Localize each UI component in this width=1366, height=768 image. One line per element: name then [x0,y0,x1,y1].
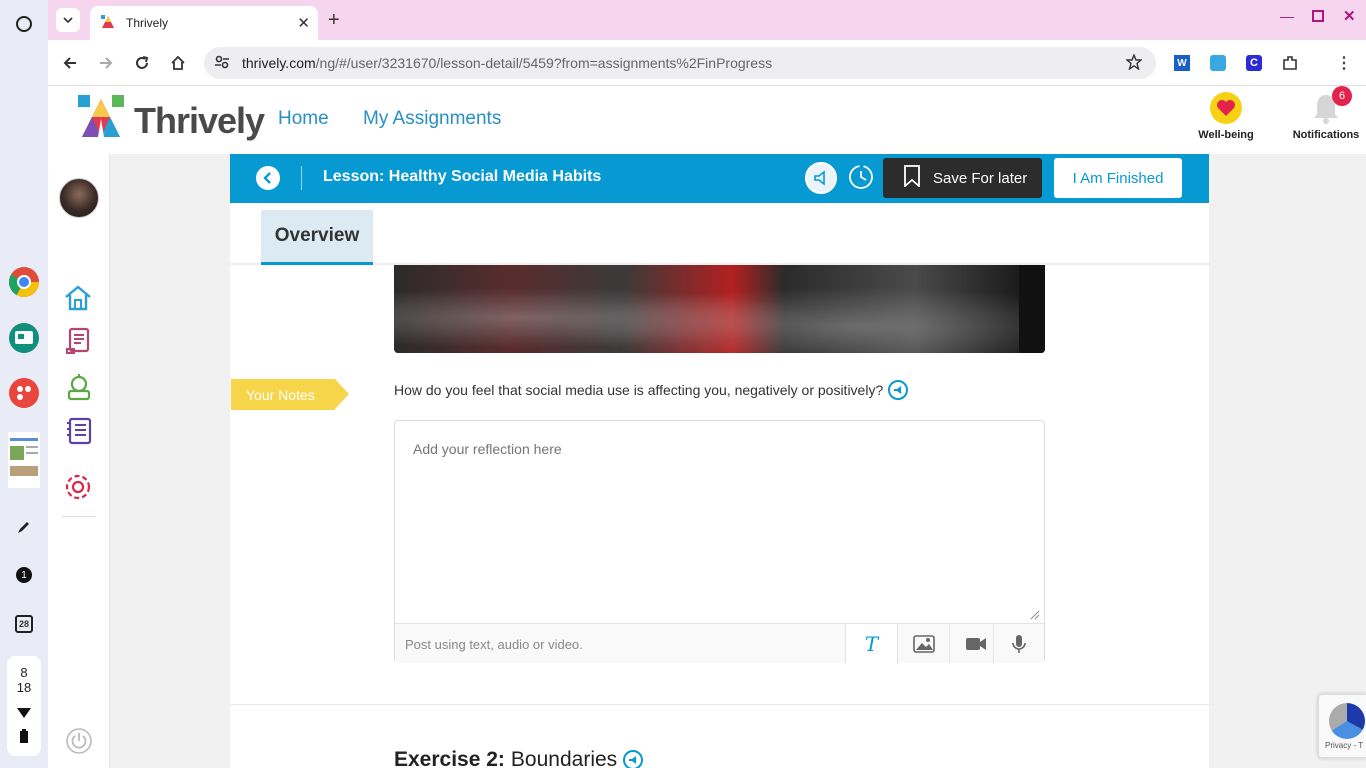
minimize-icon[interactable]: — [1280,8,1294,24]
sidebar-wellbeing-icon[interactable] [65,373,93,406]
extension-w-icon[interactable]: W [1171,52,1193,74]
forward-icon[interactable] [95,52,117,74]
sidebar-home-icon[interactable] [63,284,93,317]
wellbeing-label: Well-being [1198,129,1254,141]
app-header: Thrively Home My Assignments Well-being … [48,86,1366,154]
text-post-icon[interactable]: T [845,624,897,664]
chrome-app-icon[interactable] [6,264,42,300]
exercise-audio-icon[interactable] [623,750,644,768]
sidebar-divider [62,516,96,517]
reflection-box: Post using text, audio or video. T [394,420,1045,664]
sidebar-lessons-icon[interactable] [65,327,93,360]
nav-my-assignments-link[interactable]: My Assignments [363,108,501,130]
heart-icon [1210,92,1242,124]
home-icon[interactable] [167,52,189,74]
close-window-icon[interactable]: ✕ [1343,7,1356,25]
tab-close-icon[interactable]: ✕ [297,14,310,32]
battery-icon [20,728,28,748]
bell-icon: 6 [1310,86,1352,124]
save-for-later-button[interactable]: Save For later [883,158,1042,198]
tab-overview[interactable]: Overview [261,210,373,265]
reload-icon[interactable] [131,52,153,74]
thrively-favicon-icon [100,14,116,33]
question-text: How do you feel that social media use is… [394,382,884,398]
os-shelf: 1 28 8 18 [0,0,48,768]
recaptcha-text: Privacy - T [1325,741,1364,750]
browser-tab-bar: Thrively ✕ + — ✕ [48,0,1366,40]
calendar-day: 28 [15,615,33,633]
reflection-textarea[interactable] [395,421,1044,621]
back-icon[interactable] [59,52,81,74]
section-divider [230,704,1209,705]
save-for-later-label: Save For later [933,169,1028,187]
extension-c-icon[interactable]: C [1243,52,1265,74]
bookmark-star-icon[interactable] [1125,53,1143,73]
wellbeing-button[interactable]: Well-being [1196,92,1256,141]
lesson-hero-image [394,265,1045,353]
browser-menu-icon[interactable]: ⋮ [1333,52,1355,74]
reflection-question: How do you feel that social media use is… [394,380,909,400]
image-post-icon[interactable] [897,624,949,664]
notifications-button[interactable]: 6 Notifications [1286,86,1366,141]
paint-app-icon[interactable] [6,375,42,411]
shelf-badge: 1 [16,567,32,583]
pen-icon[interactable] [6,509,42,545]
question-audio-icon[interactable] [888,380,909,400]
address-bar[interactable]: thrively.com /ng/#/user/3231670/lesson-d… [204,47,1156,79]
notifications-label: Notifications [1292,129,1360,141]
lesson-back-chevron-icon[interactable] [256,166,280,190]
url-path: /ng/#/user/3231670/lesson-detail/5459?fr… [315,55,773,71]
toolbar-divider [301,166,302,190]
status-tray[interactable]: 8 18 [7,656,41,756]
i-am-finished-button[interactable]: I Am Finished [1054,158,1182,198]
site-info-icon[interactable] [214,54,230,73]
exercise-prefix: Exercise 2: [394,748,505,768]
recaptcha-logo-icon [1329,703,1365,739]
classroom-app-icon[interactable] [6,320,42,356]
post-hint-text: Post using text, audio or video. [405,637,583,652]
new-tab-icon[interactable]: + [328,10,340,30]
wifi-icon [17,705,31,723]
calendar-icon[interactable]: 28 [6,606,42,642]
nav-home-link[interactable]: Home [278,108,329,130]
app-sidebar [48,154,110,768]
sidebar-logout-power-icon[interactable] [65,727,93,760]
lesson-title: Lesson: Healthy Social Media Habits [323,168,602,185]
notifications-count-badge: 6 [1332,86,1352,106]
sidebar-settings-gear-icon[interactable] [63,472,93,507]
audio-post-microphone-icon[interactable] [993,624,1044,664]
sidebar-journal-icon[interactable] [65,417,93,450]
extensions-puzzle-icon[interactable] [1279,52,1301,74]
thrively-logo-icon[interactable] [78,95,124,141]
lesson-card: Lesson: Healthy Social Media Habits Save… [230,154,1209,768]
extension-cloud-icon[interactable] [1207,52,1229,74]
audio-speaker-icon[interactable] [805,162,837,194]
lesson-tabs: Overview [230,203,1209,265]
recaptcha-badge[interactable]: Privacy - T [1318,694,1366,758]
exercise-2-heading: Exercise 2: Boundaries [394,748,644,768]
your-notes-tag: Your Notes [231,379,349,410]
exercise-title: Boundaries [510,748,618,768]
status-time-hour: 8 [20,664,28,680]
browser-toolbar: thrively.com /ng/#/user/3231670/lesson-d… [48,40,1366,86]
launcher-icon[interactable] [6,6,42,42]
browser-tab[interactable]: Thrively ✕ [90,6,318,40]
timer-clock-icon[interactable] [847,163,875,196]
maximize-icon[interactable] [1312,10,1324,22]
status-time-minute: 18 [16,679,32,695]
document-thumbnail-icon[interactable] [6,432,42,488]
url-domain: thrively.com [242,55,316,71]
tab-search-icon[interactable] [56,8,80,32]
notification-badge-icon[interactable]: 1 [6,557,42,593]
bookmark-icon [903,164,921,192]
post-options-bar: Post using text, audio or video. T [395,623,1044,664]
lesson-toolbar: Lesson: Healthy Social Media Habits Save… [230,154,1209,203]
user-avatar[interactable] [59,178,99,218]
app-logo-text[interactable]: Thrively [134,100,265,142]
tab-title: Thrively [126,16,169,30]
